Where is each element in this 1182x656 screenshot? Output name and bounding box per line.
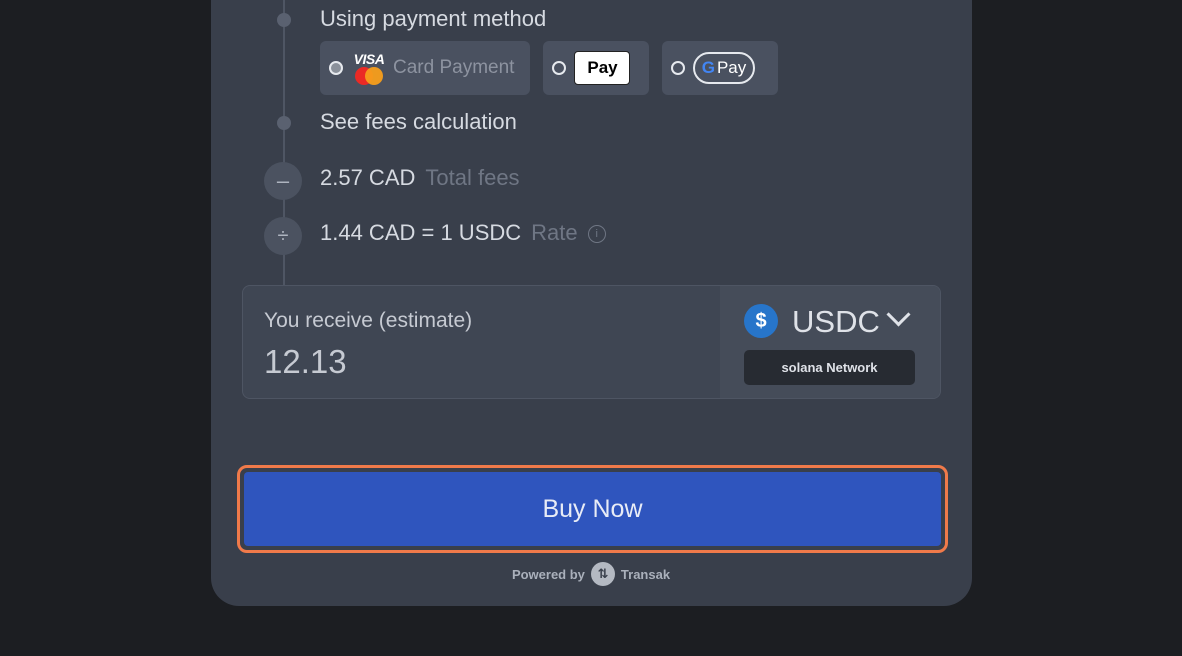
visa-mastercard-icon: VISA (353, 51, 385, 85)
apple-pay-option[interactable]: Pay (543, 41, 649, 95)
currency-label: USDC (792, 304, 880, 339)
card-payment-label: Card Payment (393, 57, 515, 78)
network-badge: solana Network (744, 350, 915, 385)
see-fees-link[interactable]: See fees calculation (320, 109, 517, 135)
buy-now-button[interactable]: Buy Now (244, 472, 941, 546)
usdc-icon: $ (744, 304, 778, 338)
receive-label: You receive (estimate) (264, 309, 473, 332)
google-pay-radio[interactable] (671, 61, 685, 75)
timeline-dot (277, 116, 291, 130)
transak-logo-icon: ⇅ (590, 562, 615, 586)
minus-icon: – (264, 162, 302, 200)
receive-amount: 12.13 (264, 343, 347, 380)
google-pay-icon: G Pay (693, 52, 755, 84)
card-payment-radio[interactable] (329, 61, 343, 75)
apple-pay-radio[interactable] (552, 61, 566, 75)
rate-row: 1.44 CAD = 1 USDC Rate i (320, 220, 606, 246)
powered-by-label: Powered by (511, 566, 585, 582)
total-fees-row: 2.57 CAD Total fees (320, 165, 520, 191)
transak-label: Transak (620, 566, 671, 582)
google-pay-option[interactable]: G Pay (662, 41, 778, 95)
divide-icon: ÷ (264, 217, 302, 255)
card-payment-option[interactable]: VISA Card Payment (320, 41, 530, 95)
rate-value: 1.44 CAD = 1 USDC (320, 220, 522, 245)
info-icon[interactable]: i (587, 225, 606, 244)
rate-label: Rate (531, 220, 578, 245)
apple-pay-icon: Pay (574, 51, 630, 85)
total-fees-value: 2.57 CAD (320, 165, 416, 190)
total-fees-label: Total fees (425, 165, 520, 190)
chevron-down-icon[interactable] (886, 302, 911, 327)
timeline-dot (277, 13, 291, 27)
currency-selector[interactable]: $ USDC solana Network (720, 286, 940, 398)
powered-by-footer: Powered by ⇅ Transak (0, 562, 1182, 586)
payment-method-label: Using payment method (320, 6, 547, 31)
receive-box: You receive (estimate) 12.13 $ USDC sola… (242, 285, 941, 399)
